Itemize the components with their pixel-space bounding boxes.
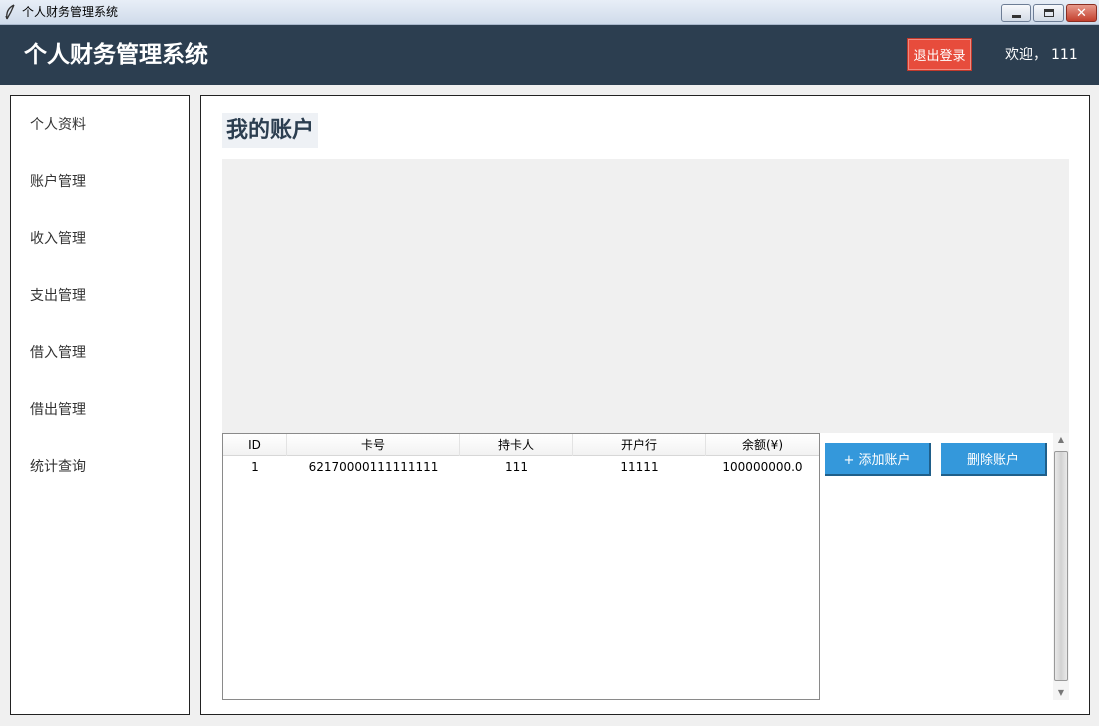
- logout-button[interactable]: 退出登录: [907, 38, 972, 71]
- cell-id: 1: [251, 460, 259, 474]
- table-header: ID 卡号 持卡人 开户行 余额(¥): [223, 434, 819, 456]
- app-title: 个人财务管理系统: [24, 42, 208, 68]
- page-title: 我的账户: [222, 113, 319, 148]
- minimize-button[interactable]: [1001, 4, 1031, 22]
- column-header-bank[interactable]: 开户行: [573, 434, 706, 456]
- sidebar: 个人资料 账户管理 收入管理 支出管理 借入管理 借出管理 统计查询: [10, 95, 190, 715]
- minimize-icon: [1011, 14, 1021, 18]
- sidebar-item-income[interactable]: 收入管理: [30, 230, 86, 248]
- accounts-table: ID 卡号 持卡人 开户行 余额(¥) 1 62170000111111111 …: [222, 433, 820, 700]
- column-header-balance[interactable]: 余额(¥): [706, 434, 819, 456]
- main-panel: 我的账户 ID 卡号 持卡人 开户行 余额(¥) 1 6217000011111…: [200, 95, 1090, 715]
- sidebar-item-lend-out[interactable]: 借出管理: [30, 401, 86, 419]
- scroll-thumb[interactable]: [1054, 451, 1068, 681]
- window-titlebar: 个人财务管理系统 ✕: [0, 0, 1099, 25]
- welcome-text: 欢迎， 111: [1005, 46, 1078, 64]
- add-account-button[interactable]: + 添加账户: [825, 443, 931, 476]
- sidebar-item-expense[interactable]: 支出管理: [30, 287, 86, 305]
- table-row[interactable]: 1 62170000111111111 111 11111 100000000.…: [223, 457, 819, 477]
- maximize-icon: [1043, 9, 1054, 17]
- sidebar-item-profile[interactable]: 个人资料: [30, 116, 86, 134]
- vertical-scrollbar[interactable]: ▲ ▼: [1053, 433, 1069, 700]
- sidebar-item-statistics[interactable]: 统计查询: [30, 458, 86, 476]
- close-icon: ✕: [1076, 5, 1087, 21]
- cell-bank: 11111: [620, 460, 659, 474]
- sidebar-item-accounts[interactable]: 账户管理: [30, 173, 86, 191]
- cell-card-number: 62170000111111111: [308, 460, 439, 474]
- scroll-down-arrow-icon[interactable]: ▼: [1053, 686, 1069, 700]
- column-header-card-number[interactable]: 卡号: [287, 434, 460, 456]
- column-header-id[interactable]: ID: [223, 434, 287, 456]
- scroll-up-arrow-icon[interactable]: ▲: [1053, 433, 1069, 447]
- cell-cardholder: 111: [505, 460, 528, 474]
- cell-balance: 100000000.0: [722, 460, 803, 474]
- maximize-button[interactable]: [1033, 4, 1064, 22]
- close-button[interactable]: ✕: [1066, 4, 1097, 22]
- welcome-label: 欢迎，: [1005, 47, 1047, 63]
- feather-icon: [4, 4, 18, 20]
- sidebar-item-borrow-in[interactable]: 借入管理: [30, 344, 86, 362]
- window-title: 个人财务管理系统: [22, 5, 119, 19]
- content-placeholder-area: [222, 159, 1069, 433]
- delete-account-button[interactable]: 删除账户: [941, 443, 1047, 476]
- username: 111: [1051, 47, 1078, 63]
- app-header: 个人财务管理系统 退出登录 欢迎， 111: [0, 25, 1099, 85]
- column-header-cardholder[interactable]: 持卡人: [460, 434, 573, 456]
